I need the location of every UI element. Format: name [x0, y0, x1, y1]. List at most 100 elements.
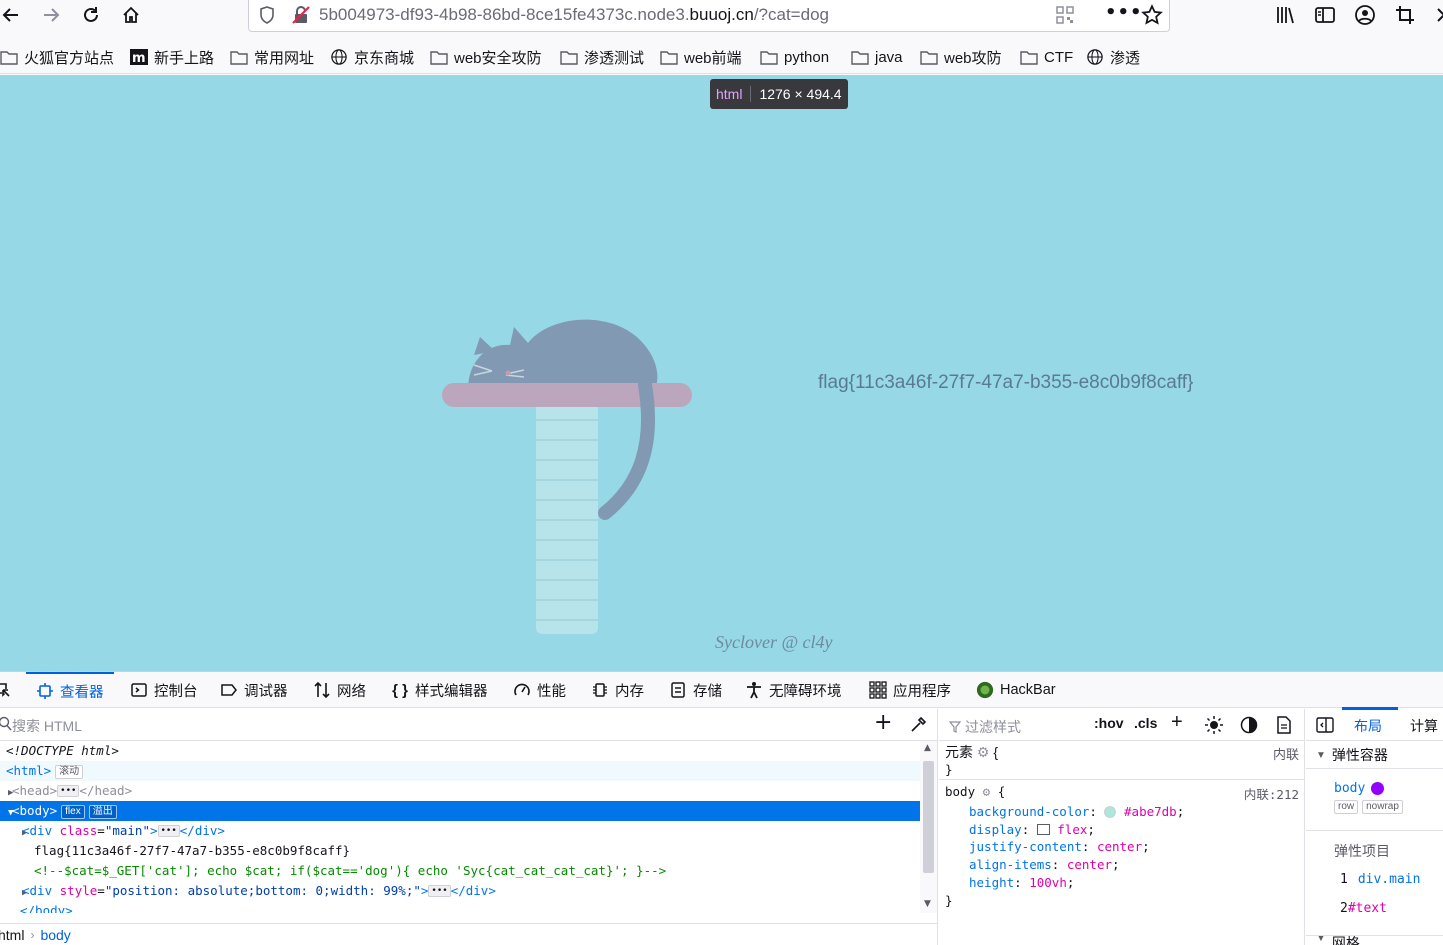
page-actions-icon[interactable]: ••• — [1105, 4, 1142, 26]
reload-button[interactable] — [78, 2, 104, 28]
overflow-badge[interactable]: 溢出 — [88, 805, 117, 819]
gear-icon[interactable]: ⚙ — [977, 744, 990, 760]
bookmark-item[interactable]: web安全攻防 — [430, 46, 542, 68]
collapse-triangle-icon[interactable]: ▼ — [1316, 750, 1326, 761]
light-theme-icon[interactable] — [1205, 716, 1223, 734]
scroll-down-icon[interactable]: ▼ — [924, 899, 931, 909]
html-node[interactable]: <html> 滚动 — [0, 761, 920, 781]
body-node[interactable]: ▼<body> flex 溢出 — [0, 801, 920, 821]
tab-debugger[interactable]: 调试器 — [220, 672, 288, 708]
declaration[interactable]: align-items: center; — [969, 856, 1120, 874]
scroll-up-icon[interactable]: ▲ — [924, 743, 931, 753]
bookmark-item[interactable]: m 新手上路 — [130, 46, 214, 68]
hov-button[interactable]: :hov — [1094, 715, 1124, 731]
tooltip-size: 1276 × 494.4 — [759, 86, 842, 102]
bookmark-item[interactable]: web攻防 — [920, 46, 1002, 68]
bookmark-item[interactable]: 渗透测试 — [560, 46, 644, 68]
highlight-color-swatch[interactable] — [1371, 782, 1385, 795]
qr-code-icon[interactable] — [1055, 5, 1075, 25]
color-swatch[interactable] — [1104, 806, 1117, 818]
declaration[interactable]: display: flex; — [969, 821, 1095, 839]
url-text[interactable]: 5b004973-df93-4b98-86bd-8ce15fe4373c.nod… — [319, 5, 829, 25]
insecure-lock-icon[interactable] — [291, 5, 311, 25]
bookmark-item[interactable]: 渗透 — [1086, 46, 1140, 68]
overflow-menu-button[interactable] — [1432, 4, 1443, 28]
ellipsis-icon[interactable]: ••• — [428, 885, 451, 897]
tab-inspector[interactable]: 查看器 — [26, 672, 114, 708]
print-media-icon[interactable] — [1276, 716, 1292, 734]
collapse-triangle-icon[interactable]: ▼ — [0, 803, 13, 823]
tracking-shield-icon[interactable] — [257, 5, 277, 25]
bookmark-item[interactable]: CTF — [1020, 46, 1073, 68]
tab-memory[interactable]: 内存 — [591, 672, 644, 708]
text-node[interactable]: flag{11c3a46f-27f7-47a7-b355-e8c0b9f8caf… — [0, 841, 920, 861]
url-bar[interactable]: 5b004973-df93-4b98-86bd-8ce15fe4373c.nod… — [248, 0, 1170, 32]
gear-icon[interactable]: ⚙ — [983, 784, 991, 799]
flex-item-row[interactable]: 1 div.main — [1306, 872, 1443, 887]
back-button[interactable] — [0, 2, 24, 28]
container-name[interactable]: body — [1334, 781, 1365, 796]
filter-styles-input[interactable]: 过滤样式 — [949, 717, 1021, 737]
scrollbar-thumb[interactable] — [923, 761, 934, 873]
cls-button[interactable]: .cls — [1134, 715, 1157, 731]
flex-item-row[interactable]: 2 #text — [1306, 901, 1443, 916]
rule-source-link[interactable]: 内联 — [1273, 744, 1299, 763]
tab-computed[interactable]: 计算 — [1410, 716, 1438, 736]
declaration[interactable]: height: 100vh; — [969, 874, 1074, 892]
page-viewport[interactable]: html 1276 × 494.4 flag{11c3a46f-27f7-47a… — [0, 75, 1443, 671]
flexbox-toggle-icon[interactable] — [1036, 824, 1050, 835]
breadcrumb-item[interactable]: body — [40, 927, 70, 943]
add-node-button[interactable]: + — [874, 712, 894, 734]
bookmark-item[interactable]: web前端 — [660, 46, 742, 68]
expand-triangle-icon[interactable]: ▶ — [0, 823, 27, 843]
div-footer-node[interactable]: ▶<div style="position: absolute;bottom: … — [0, 881, 920, 901]
home-button[interactable] — [118, 2, 144, 28]
bookmark-star-icon[interactable] — [1141, 4, 1163, 26]
declaration[interactable]: justify-content: center; — [969, 838, 1150, 856]
forward-button[interactable] — [38, 2, 64, 28]
dark-theme-icon[interactable] — [1240, 716, 1258, 734]
markup-scrollbar[interactable]: ▲ ▼ — [920, 741, 937, 913]
div-main-node[interactable]: ▶<div class="main"> ••• </div> — [0, 821, 920, 841]
eyedropper-icon[interactable] — [908, 715, 928, 735]
tab-storage[interactable]: 存储 — [669, 672, 722, 708]
tab-hackbar[interactable]: HackBar — [976, 672, 1056, 708]
flex-badge[interactable]: flex — [61, 805, 85, 819]
body-close-node[interactable]: </body> — [0, 901, 920, 913]
expand-triangle-icon[interactable]: ▶ — [0, 783, 13, 803]
collapse-triangle-icon[interactable]: ▼ — [1316, 936, 1326, 945]
ellipsis-icon[interactable]: ••• — [57, 785, 80, 797]
account-button[interactable] — [1354, 4, 1378, 28]
library-button[interactable] — [1274, 4, 1298, 28]
tab-performance[interactable]: 性能 — [513, 672, 566, 708]
element-picker-button[interactable] — [0, 672, 12, 708]
tab-accessibility[interactable]: 无障碍环境 — [745, 672, 842, 708]
flex-container-section[interactable]: ▼ 弹性容器 — [1306, 741, 1443, 769]
declaration[interactable]: background-color: #abe7db; — [969, 803, 1184, 821]
application-icon — [869, 681, 887, 699]
doctype-node[interactable]: <!DOCTYPE html> — [0, 741, 920, 761]
tab-application[interactable]: 应用程序 — [869, 672, 951, 708]
bookmark-item[interactable]: 常用网址 — [230, 46, 314, 68]
ellipsis-icon[interactable]: ••• — [157, 825, 180, 837]
add-rule-button[interactable]: + — [1171, 711, 1183, 734]
screenshot-button[interactable] — [1394, 4, 1418, 28]
head-node[interactable]: ▶<head> ••• </head> — [0, 781, 920, 801]
tab-console[interactable]: 控制台 — [130, 672, 198, 708]
sidebar-button[interactable] — [1314, 4, 1338, 28]
tab-layout[interactable]: 布局 — [1354, 716, 1382, 736]
bookmark-item[interactable]: java — [851, 46, 903, 68]
tab-network[interactable]: 网络 — [313, 672, 366, 708]
comment-node[interactable]: <!--$cat=$_GET['cat']; echo $cat; if($ca… — [0, 861, 920, 881]
tab-style-editor[interactable]: { } 样式编辑器 — [391, 672, 487, 708]
toggle-pane-icon[interactable] — [1316, 717, 1334, 733]
grid-section[interactable]: ▼ 网格 — [1306, 935, 1443, 945]
bookmark-item[interactable]: 火狐官方站点 — [0, 46, 114, 68]
breadcrumb-item[interactable]: html — [0, 927, 24, 943]
bookmark-item[interactable]: python — [760, 46, 829, 68]
rule-source-link[interactable]: 内联:212 — [1244, 784, 1299, 803]
expand-triangle-icon[interactable]: ▶ — [0, 883, 27, 903]
scroll-badge[interactable]: 滚动 — [55, 765, 84, 779]
search-html-input[interactable]: 搜索 HTML — [12, 716, 82, 736]
bookmark-item[interactable]: 京东商城 — [330, 46, 414, 68]
